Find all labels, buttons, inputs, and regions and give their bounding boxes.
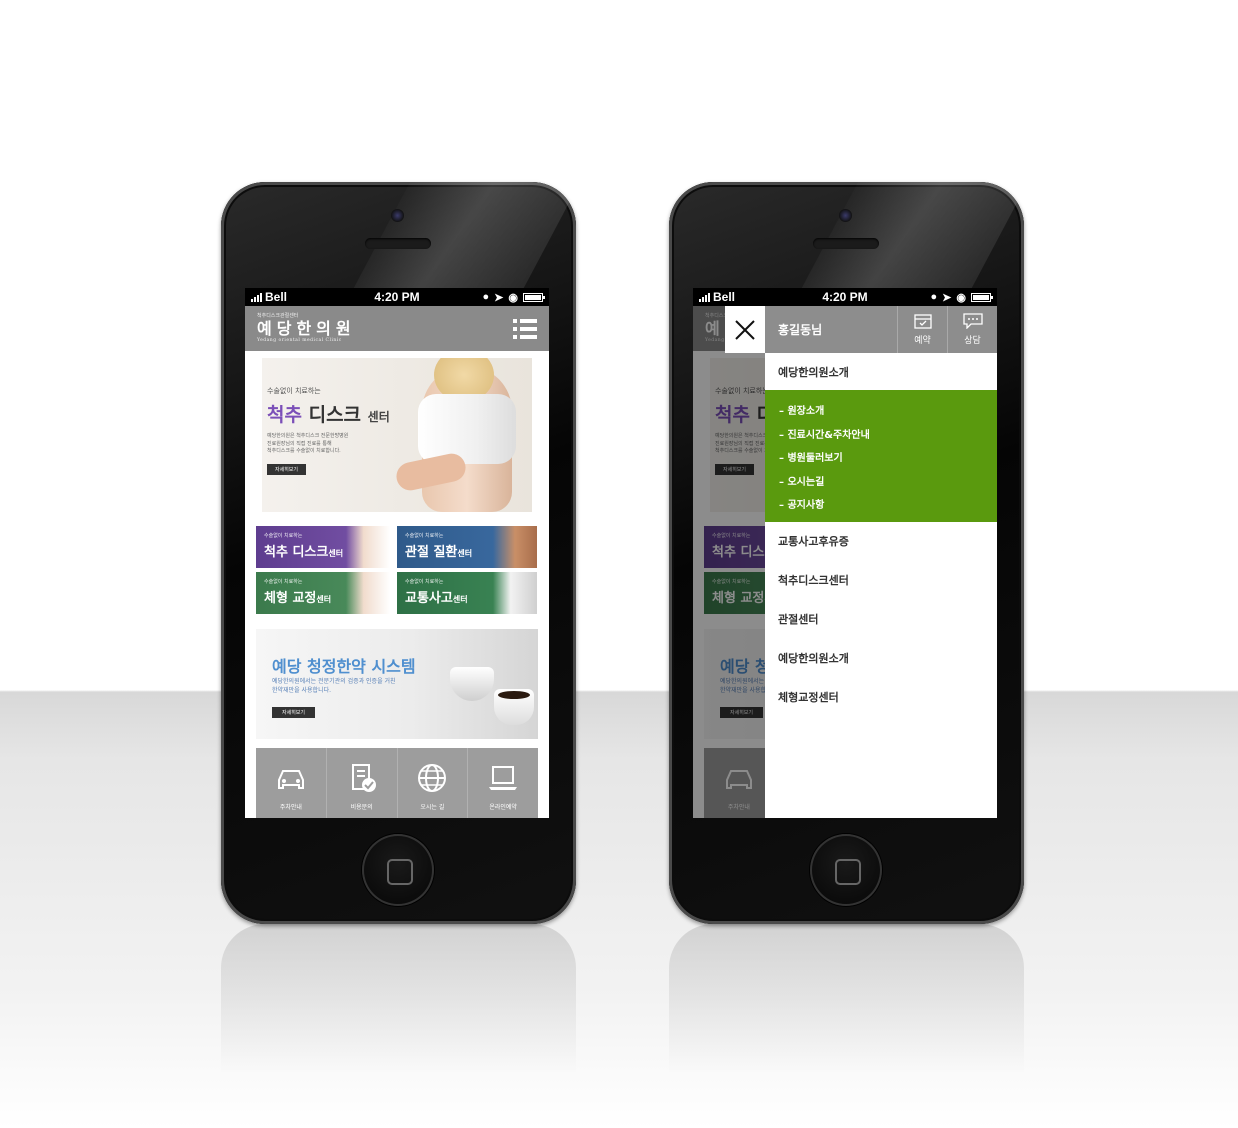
submenu-clinic-intro: – 원장소개 – 진료시간&주차안내 – 병원둘러보기 – 오시는길 – 공지사… [765,390,997,522]
hero-description: 예당한의원은 척추디스크 전문한방병원 진료원장님의 직접 진료를 통해 척추디스크… [267,433,349,454]
clinic-name: 예당한의원 [257,318,356,338]
lock-icon: ● [930,291,938,303]
phone-reflection-right [669,924,1024,1074]
notebook-check-icon [351,764,376,792]
quick-menu: 주차안내 비용문의 오시는 길 온라인예약 [256,748,538,818]
close-menu-button[interactable] [725,306,765,353]
center-tiles: 수술없이 치료하는 척추 디스크센터 수술없이 치료하는 관절 질환센터 수술없… [256,526,538,614]
menu-item-joint[interactable]: 관절센터 [765,600,997,639]
tea-bowl-image [494,689,534,725]
phone-right: Bell 4:20 PM ● ➤ ◉ 척추디스크관절센터 예당한의원 Yedan… [669,182,1024,924]
submenu-item-directions[interactable]: – 오시는길 [765,469,997,493]
side-menu-drawer: 홍길동님 예약 상담 예당한의원소개 – 원장소개 – 진료시간&주차안내 – … [725,306,997,818]
drawer-menu-list: 예당한의원소개 – 원장소개 – 진료시간&주차안내 – 병원둘러보기 – 오시… [765,353,997,717]
menu-item-spine-disc[interactable]: 척추디스크센터 [765,561,997,600]
consult-button[interactable]: 상담 [947,306,997,353]
submenu-item-notice[interactable]: – 공지사항 [765,492,997,516]
camera-lens [839,209,852,222]
tile-joint[interactable]: 수술없이 치료하는 관절 질환센터 [397,526,537,568]
reserve-button[interactable]: 예약 [897,306,947,353]
drawer-header: 홍길동님 예약 상담 [765,306,997,353]
earpiece-speaker [365,238,431,249]
home-button[interactable] [810,834,882,906]
signal-icon [699,292,710,302]
status-time: 4:20 PM [822,290,868,304]
location-icon: ➤ [942,291,952,304]
submenu-item-tour[interactable]: – 병원둘러보기 [765,445,997,469]
tile-posture[interactable]: 수술없이 치료하는 체형 교정센터 [256,572,390,614]
submenu-item-hours-parking[interactable]: – 진료시간&주차안내 [765,422,997,446]
hero-more-button[interactable]: 자세히보기 [267,463,307,475]
menu-item-traffic-accident[interactable]: 교통사고후유증 [765,522,997,561]
rotation-lock-icon: ◉ [508,291,518,304]
carrier-label: Bell [713,290,736,304]
battery-icon [970,292,993,302]
clinic-logo[interactable]: 척추디스크관절센터 예당한의원 Yedang oriental medical … [257,313,356,344]
menu-item-clinic-intro[interactable]: 예당한의원소개 [765,353,997,390]
signal-icon [251,292,262,302]
tile-spine-disc[interactable]: 수술없이 치료하는 척추 디스크센터 [256,526,390,568]
hero-subtitle: 수술없이 치료하는 [267,387,321,395]
laptop-icon [489,766,518,790]
quick-parking[interactable]: 주차안내 [256,748,327,818]
phone-reflection-left [221,924,576,1074]
quick-cost[interactable]: 비용문의 [327,748,398,818]
close-icon [735,319,755,340]
rotation-lock-icon: ◉ [956,291,966,304]
lock-icon: ● [482,291,490,303]
menu-item-clinic-intro-2[interactable]: 예당한의원소개 [765,639,997,678]
home-button[interactable] [362,834,434,906]
car-icon [277,770,304,789]
status-bar: Bell 4:20 PM ● ➤ ◉ [693,288,997,306]
quick-directions[interactable]: 오시는 길 [398,748,469,818]
menu-open-screen: Bell 4:20 PM ● ➤ ◉ 척추디스크관절센터 예당한의원 Yedan… [693,288,997,818]
calendar-check-icon [913,314,932,329]
hero-title: 척추 디스크 센터 [267,404,390,426]
herbal-system-banner[interactable]: 예당 청정한약 시스템 예당한의원에서는 전문기관의 검증과 인증을 거친 한약재… [256,629,538,739]
app-header: 척추디스크관절센터 예당한의원 Yedang oriental medical … [245,306,549,351]
globe-icon [418,764,447,792]
camera-lens [391,209,404,222]
phone-left: Bell 4:20 PM ● ➤ ◉ 척추디스크관절센터 예당한의원 Yedan… [221,182,576,924]
carrier-label: Bell [265,290,288,304]
banner-title: 예당 청정한약 시스템 [272,657,416,676]
banner-more-button[interactable]: 자세히보기 [272,707,316,718]
mortar-image [450,667,494,701]
banner-description: 예당한의원에서는 전문기관의 검증과 인증을 거친 한약재만을 사용합니다. [272,678,396,694]
location-icon: ➤ [494,291,504,304]
tile-traffic-accident[interactable]: 수술없이 치료하는 교통사고센터 [397,572,537,614]
spine-disc-hero-banner[interactable]: 수술없이 치료하는 척추 디스크 센터 예당한의원은 척추디스크 전문한방병원 진… [262,358,532,512]
earpiece-speaker [813,238,879,249]
battery-icon [522,292,545,302]
status-time: 4:20 PM [374,290,420,304]
quick-online-booking[interactable]: 온라인예약 [468,748,538,818]
menu-item-posture[interactable]: 체형교정센터 [765,678,997,717]
home-screen: Bell 4:20 PM ● ➤ ◉ 척추디스크관절센터 예당한의원 Yedan… [245,288,549,818]
user-name: 홍길동님 [778,323,823,337]
submenu-item-director[interactable]: – 원장소개 [765,398,997,422]
chat-bubble-icon [962,313,983,329]
status-bar: Bell 4:20 PM ● ➤ ◉ [245,288,549,306]
menu-icon[interactable] [513,319,537,339]
